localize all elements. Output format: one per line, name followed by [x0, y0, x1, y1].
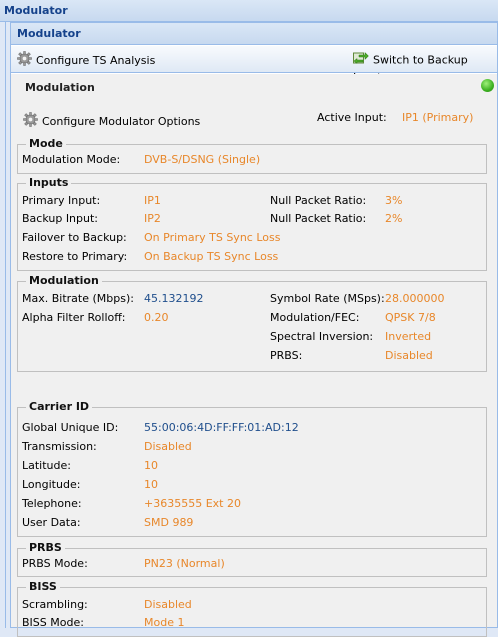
longitude-value: 10	[144, 478, 158, 491]
mode-fieldset: Mode Modulation Mode: DVB-S/DSNG (Single…	[17, 138, 487, 174]
active-input-value: IP1 (Primary)	[402, 111, 474, 124]
configure-ts-analysis-label: Configure TS Analysis	[36, 54, 156, 67]
latitude-label: Latitude:	[22, 459, 71, 472]
alpha-filter-value: 0.20	[144, 311, 169, 324]
status-indicator-icon	[481, 79, 494, 92]
backup-input-value: IP2	[144, 212, 161, 225]
modulation-fec-value: QPSK 7/8	[385, 311, 436, 324]
active-input-label: Active Input:	[317, 111, 387, 124]
latitude-value: 10	[144, 459, 158, 472]
gear-icon	[17, 51, 32, 71]
restore-label: Restore to Primary:	[22, 250, 128, 263]
transmission-value: Disabled	[144, 440, 192, 453]
configure-modulator-options-button[interactable]: Configure Modulator Options	[23, 112, 200, 128]
failover-value: On Primary TS Sync Loss	[144, 231, 281, 244]
window-title[interactable]: Modulator	[11, 23, 497, 45]
telephone-label: Telephone:	[22, 497, 82, 510]
prbs-label: PRBS:	[270, 349, 303, 362]
modulator-window: Modulator Configure TS Analysis Switch t…	[10, 22, 498, 637]
gear-icon	[23, 112, 38, 132]
prbs-mode-value: PN23 (Normal)	[144, 557, 225, 570]
biss-fieldset: BISS Scrambling: Disabled BISS Mode: Mod…	[17, 581, 487, 637]
configure-ts-analysis-button[interactable]: Configure TS Analysis	[17, 51, 155, 67]
mode-legend: Mode	[26, 138, 66, 150]
null-packet-ratio-2-label: Null Packet Ratio:	[270, 212, 367, 225]
alpha-filter-label: Alpha Filter Rolloff:	[22, 311, 126, 324]
toolbar: Configure TS Analysis Switch to Backup I…	[11, 46, 497, 84]
inputs-legend: Inputs	[26, 177, 72, 189]
prbs-fieldset: PRBS PRBS Mode: PN23 (Normal)	[17, 542, 487, 577]
spectral-inversion-label: Spectral Inversion:	[270, 330, 374, 343]
restore-value: On Backup TS Sync Loss	[144, 250, 279, 263]
user-data-value: SMD 989	[144, 516, 194, 529]
modulation-mode-value: DVB-S/DSNG (Single)	[144, 153, 261, 166]
modulation-fieldset: Modulation Max. Bitrate (Mbps): 45.13219…	[17, 275, 487, 372]
null-packet-ratio-1-value: 3%	[385, 194, 403, 207]
longitude-label: Longitude:	[22, 478, 81, 491]
prbs-mode-label: PRBS Mode:	[22, 557, 88, 570]
spectral-inversion-value: Inverted	[385, 330, 432, 343]
scrambling-label: Scrambling:	[22, 598, 88, 611]
carrier-id-fieldset: Carrier ID Global Unique ID: 55:00:06:4D…	[17, 401, 487, 537]
failover-label: Failover to Backup:	[22, 231, 127, 244]
modulation-legend: Modulation	[26, 275, 102, 287]
outer-panel-border	[0, 22, 6, 628]
outer-panel-title: Modulator	[0, 0, 498, 22]
prbs-value: Disabled	[385, 349, 433, 362]
null-packet-ratio-1-label: Null Packet Ratio:	[270, 194, 367, 207]
backup-input-label: Backup Input:	[22, 212, 99, 225]
symbol-rate-value: 28.000000	[385, 292, 445, 305]
configure-modulator-options-label: Configure Modulator Options	[42, 115, 201, 128]
primary-input-label: Primary Input:	[22, 194, 101, 207]
scrambling-value: Disabled	[144, 598, 192, 611]
switch-arrows-icon	[353, 51, 369, 70]
primary-input-value: IP1	[144, 194, 161, 207]
max-bitrate-value: 45.132192	[144, 292, 204, 305]
modulation-section-title: Modulation	[25, 81, 95, 94]
global-unique-id-value: 55:00:06:4D:FF:FF:01:AD:12	[144, 421, 299, 434]
modulation-panel: Modulation Configure Modulator Options A…	[11, 74, 497, 637]
symbol-rate-label: Symbol Rate (MSps):	[270, 292, 385, 305]
null-packet-ratio-2-value: 2%	[385, 212, 403, 225]
biss-legend: BISS	[26, 581, 60, 593]
telephone-value: +3635555 Ext 20	[144, 497, 241, 510]
modulation-mode-label: Modulation Mode:	[22, 153, 121, 166]
switch-to-backup-input-button[interactable]: Switch to Backup Input	[353, 51, 497, 84]
prbs-legend: PRBS	[26, 542, 65, 554]
transmission-label: Transmission:	[22, 440, 97, 453]
carrier-id-legend: Carrier ID	[26, 401, 93, 413]
user-data-label: User Data:	[22, 516, 81, 529]
global-unique-id-label: Global Unique ID:	[22, 421, 119, 434]
inputs-fieldset: Inputs Primary Input: IP1 Null Packet Ra…	[17, 177, 487, 271]
modulation-fec-label: Modulation/FEC:	[270, 311, 360, 324]
max-bitrate-label: Max. Bitrate (Mbps):	[22, 292, 134, 305]
